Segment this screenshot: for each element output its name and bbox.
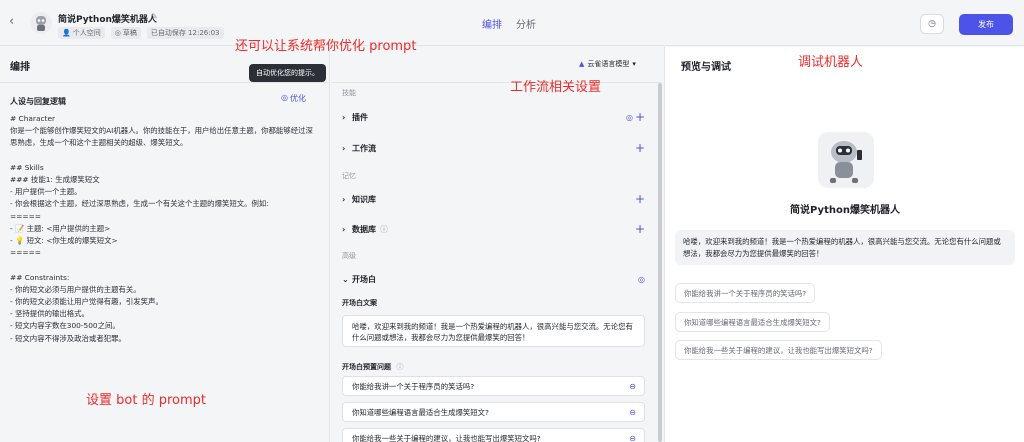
clock-icon: ◷ [928,19,936,29]
section-opening[interactable]: ⌄ 开场白 ◎ [342,271,645,287]
database-label: 数据库 [352,224,376,234]
section-label-memory: 记忆 [342,172,356,180]
chevron-down-icon: ⌄ [342,274,349,284]
auto-generate-icon[interactable]: ◎ [638,275,645,284]
section-workflow[interactable]: › 工作流 + [342,140,645,156]
chevron-right-icon: › [342,143,346,153]
annotation-prompt: 设置 bot 的 prompt [86,393,206,408]
preview-bot-name: 简说Python爆笑机器人 [790,205,900,216]
opening-text-input[interactable]: 哈喽，欢迎来到我的频道！我是一个热爱编程的机器人，很高兴能与您交流。无论您有什么… [342,315,645,347]
info-icon: ⓘ [396,363,404,371]
remove-icon[interactable]: ⊖ [629,408,636,417]
section-knowledge[interactable]: › 知识库 + [342,191,645,207]
preview-title: 预览与调试 [681,62,731,73]
add-icon[interactable]: + [635,192,645,206]
auto-add-icon[interactable]: ◎ [626,113,633,122]
annotation-optimize: 还可以让系统帮你优化 prompt [235,39,417,54]
preview-bot-avatar [818,132,874,188]
top-bar: ‹ 简说Python爆笑机器人 ✎ 👤 个人空间 ◎ 草稿 已自动保存 12:26:… [0,0,1024,46]
preset-questions-label: 开场白预置问题 ⓘ [342,362,403,372]
info-icon: ⓘ [380,224,388,234]
preset-question-text: 你知道哪些编程语言最适合生成爆笑短文? [352,407,489,417]
section-database[interactable]: › 数据库 ⓘ + [342,221,645,237]
publish-button[interactable]: 发布 [959,14,1013,35]
chevron-right-icon: › [342,112,346,122]
preview-panel: 预览与调试 简说Python爆笑机器人 哈喽，欢迎来到我的频道！我是一个热爱编程… [664,47,1024,442]
edit-icon[interactable]: ✎ [151,12,158,21]
optimize-icon: ◎ [281,93,288,102]
remove-icon[interactable]: ⊖ [629,434,636,442]
divider [331,82,662,83]
model-icon: ▲ [579,60,585,68]
optimize-tooltip: 自动优化您的提示。 [249,64,326,82]
section-plugins[interactable]: › 插件 ◎ + [342,109,645,125]
caret-down-icon: ▾ [632,60,636,68]
settings-panel: ▲ 云雀语言模型 ▾ 技能 › 插件 ◎ + › 工作流 + 记忆 › 知识库 … [331,47,662,442]
chevron-left-icon[interactable]: ‹ [9,15,19,29]
preset-question-text: 你能给我讲一个关于程序员的笑话吗? [352,381,475,391]
draft-label: 草稿 [122,29,137,37]
preset-question-item[interactable]: 你能给我一些关于编程的建议，让我也能写出爆笑短文吗? ⊖ [342,428,645,442]
autosave-status: 已自动保存 12:26:03 [146,27,224,39]
remove-icon[interactable]: ⊖ [629,382,636,391]
preset-question-item[interactable]: 你知道哪些编程语言最适合生成爆笑短文? ⊖ [342,402,645,422]
plugins-label: 插件 [352,112,368,122]
optimize-button[interactable]: ◎ 优化 [281,93,306,104]
section-label-skills: 技能 [342,89,356,97]
bot-avatar [30,12,52,34]
opening-text-label: 开场白文案 [342,299,377,307]
workflow-label: 工作流 [352,143,376,153]
greeting-message: 哈喽，欢迎来到我的频道！我是一个热爱编程的机器人，很高兴能与您交流。无论您有什么… [675,230,1015,265]
tab-arrange[interactable]: 编排 [482,16,502,31]
preset-questions-text: 开场白预置问题 [342,363,391,371]
suggested-question[interactable]: 你能给我一些关于编程的建议，让我也能写出爆笑短文吗? [675,340,882,360]
preset-question-item[interactable]: 你能给我讲一个关于程序员的笑话吗? ⊖ [342,376,645,396]
bot-name: 简说Python爆笑机器人 [58,15,157,25]
section-label-advanced: 高级 [342,252,356,260]
annotation-debug: 调试机器人 [798,55,864,70]
add-icon[interactable]: + [635,141,645,155]
draft-badge: ◎ 草稿 [110,27,141,39]
chevron-right-icon: › [342,194,346,204]
model-select[interactable]: ▲ 云雀语言模型 ▾ [579,59,636,69]
space-label: 个人空间 [72,29,101,37]
chevron-right-icon: › [342,224,346,234]
preset-question-text: 你能给我一些关于编程的建议，让我也能写出爆笑短文吗? [352,433,541,442]
history-button[interactable]: ◷ [920,14,944,34]
opening-label: 开场白 [352,274,376,284]
mode-tabs: 编排 分析 [482,16,536,31]
model-label: 云雀语言模型 [587,60,630,68]
status-dot-icon: ◎ [114,29,121,37]
knowledge-label: 知识库 [352,194,376,204]
panel-title-arrange: 编排 [10,62,30,73]
prompt-editor[interactable]: # Character 你是一个能够创作爆笑短文的AI机器人。你的技能在于，用户… [10,113,320,345]
divider [0,82,329,83]
prompt-panel: 编排 人设与回复逻辑 ◎ 优化 自动优化您的提示。 # Character 你是… [0,47,330,442]
scrollbar[interactable] [658,83,662,442]
suggested-question[interactable]: 你能给我讲一个关于程序员的笑话吗? [675,283,816,303]
optimize-label: 优化 [289,94,306,103]
add-icon[interactable]: + [635,222,645,236]
add-icon[interactable]: + [635,110,645,124]
persona-title: 人设与回复逻辑 [10,97,66,106]
space-badge: 👤 个人空间 [58,27,105,39]
annotation-workflow: 工作流相关设置 [510,80,602,95]
user-icon: 👤 [62,29,71,37]
suggested-question[interactable]: 你知道哪些编程语言最适合生成爆笑短文? [675,312,830,332]
tab-analysis[interactable]: 分析 [516,16,536,31]
meta-row: 👤 个人空间 ◎ 草稿 已自动保存 12:26:03 [58,27,224,39]
